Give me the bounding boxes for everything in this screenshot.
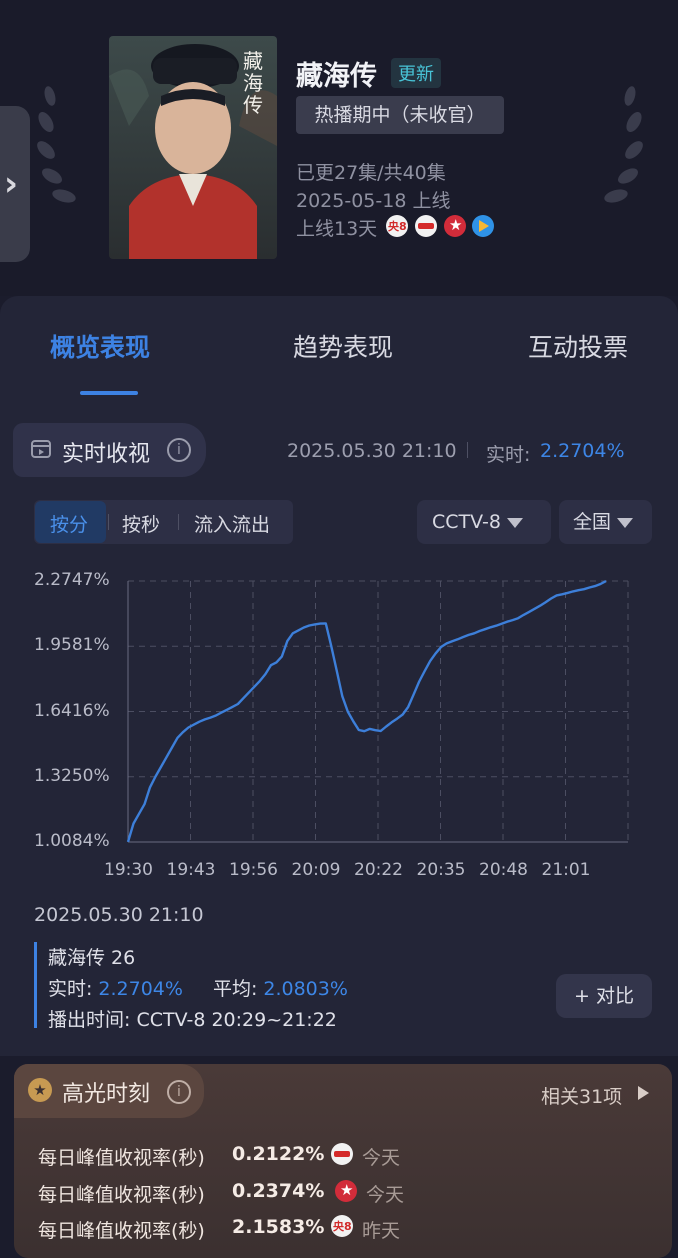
info-icon[interactable]: i [167, 438, 191, 462]
detail-episode: 藏海传 26 [48, 947, 136, 969]
segment-flow[interactable]: 流入流出 [194, 510, 270, 537]
region-dropdown[interactable]: 全国 [559, 500, 652, 544]
days-online: 上线13天 [296, 218, 378, 240]
realtime-rating-value: 2.2704% [540, 440, 625, 462]
divider [178, 514, 179, 530]
compare-button[interactable]: + 对比 [556, 974, 652, 1018]
episode-count: 已更27集/共40集 [296, 162, 446, 184]
chevron-down-icon [617, 517, 634, 528]
airing-status: 热播期中（未收官） [296, 96, 504, 134]
tencent-video-icon [472, 215, 494, 237]
divider [467, 442, 468, 458]
highlight-row-day: 昨天 [362, 1220, 401, 1242]
detail-avg-value: 2.0803% [263, 978, 348, 1000]
update-badge: 更新 [391, 58, 441, 88]
highlights-more-link[interactable]: 相关31项 [541, 1082, 622, 1109]
poster-title: 藏海传 [243, 49, 263, 117]
tab-vote[interactable]: 互动投票 [528, 328, 628, 364]
highlights-title: 高光时刻 [62, 1082, 151, 1107]
region-dropdown-value: 全国 [573, 511, 612, 533]
highlight-row-value: 0.2122% [232, 1143, 325, 1165]
star-badge-icon: ★ [28, 1078, 52, 1102]
highlight-row-value: 2.1583% [232, 1216, 325, 1238]
highlight-row-day: 今天 [362, 1147, 401, 1169]
x-tick-label: 19:43 [166, 860, 216, 880]
x-tick-label: 20:35 [416, 860, 466, 880]
y-tick-label: 1.6416% [34, 700, 110, 721]
detail-airtime: 播出时间: CCTV-8 20:29~21:22 [48, 1009, 337, 1031]
tab-underline [80, 391, 138, 395]
segment-by-minute[interactable]: 按分 [50, 510, 88, 537]
channel-dropdown-value: CCTV-8 [432, 511, 501, 533]
laurel-right-icon [604, 86, 643, 203]
tv-play-icon [31, 440, 51, 458]
x-tick-label: 19:56 [229, 860, 278, 880]
youku-icon [331, 1143, 353, 1165]
youku-icon [415, 215, 437, 237]
chevron-down-icon [506, 517, 523, 528]
drama-header [0, 0, 678, 296]
dragon-tv-icon: ★ [335, 1180, 357, 1202]
realtime-timestamp: 2025.05.30 21:10 [287, 440, 457, 462]
highlight-row-day: 今天 [366, 1184, 405, 1206]
dragon-tv-icon: ★ [444, 215, 466, 237]
y-tick-label: 1.9581% [34, 635, 110, 656]
detail-accent-bar [34, 942, 37, 1028]
tab-trend[interactable]: 趋势表现 [293, 328, 393, 364]
cctv8-icon: 央8 [331, 1215, 353, 1237]
divider [108, 514, 109, 530]
detail-rt-value: 2.2704% [98, 978, 183, 1000]
detail-rt-label: 实时: [48, 978, 93, 1000]
detail-timestamp: 2025.05.30 21:10 [34, 904, 204, 926]
highlight-row-value: 0.2374% [232, 1180, 325, 1202]
x-tick-label: 20:09 [291, 860, 341, 880]
channel-dropdown[interactable]: CCTV-8 [417, 500, 551, 544]
x-tick-label: 21:01 [541, 860, 591, 880]
y-tick-label: 1.3250% [34, 765, 110, 786]
detail-ratings: 实时: 2.2704% 平均: 2.0803% [48, 974, 348, 1001]
info-icon[interactable]: i [167, 1080, 191, 1104]
chevron-right-icon: › [4, 164, 19, 204]
tab-overview[interactable]: 概览表现 [50, 328, 150, 364]
detail-avg-label: 平均: [212, 978, 258, 1000]
drama-poster[interactable]: 藏海传 [109, 36, 277, 259]
segment-by-second[interactable]: 按秒 [122, 510, 160, 537]
realtime-rating-label: 实时: [486, 444, 531, 466]
side-expand-handle[interactable]: › [0, 106, 30, 262]
laurel-left-icon [37, 86, 76, 203]
release-date: 2025-05-18 上线 [296, 190, 451, 212]
x-tick-label: 20:48 [479, 860, 528, 880]
highlight-row-label: 每日峰值收视率(秒) [38, 1184, 205, 1206]
drama-title: 藏海传 [296, 61, 377, 92]
y-tick-label: 2.2747% [34, 570, 110, 590]
x-tick-label: 20:22 [354, 860, 403, 880]
x-tick-label: 19:30 [104, 860, 153, 880]
realtime-label: 实时收视 [62, 442, 151, 467]
play-arrow-icon[interactable] [638, 1086, 649, 1100]
cctv8-icon: 央8 [386, 215, 408, 237]
y-tick-label: 1.0084% [34, 831, 110, 851]
highlight-row-label: 每日峰值收视率(秒) [38, 1220, 205, 1242]
highlight-row-label: 每日峰值收视率(秒) [38, 1147, 205, 1169]
